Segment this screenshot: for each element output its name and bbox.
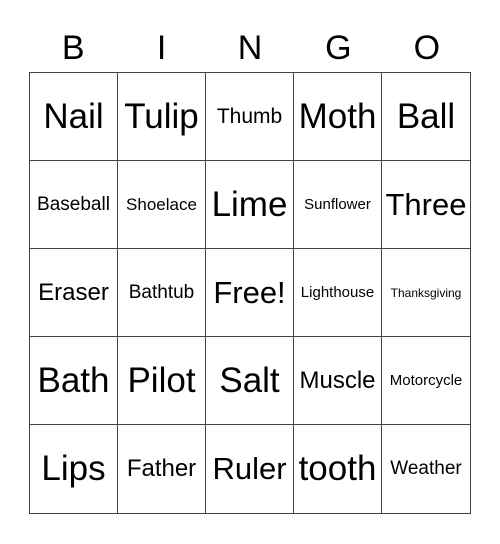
bingo-cell: Lime xyxy=(206,161,294,249)
bingo-cell: Shoelace xyxy=(118,161,206,249)
header-letter-n: N xyxy=(237,29,263,67)
bingo-cell: Three xyxy=(382,161,470,249)
header-letter-b: B xyxy=(61,29,85,67)
bingo-cell: Lips xyxy=(30,425,118,513)
bingo-cell: Bath xyxy=(30,337,118,425)
bingo-cell: Muscle xyxy=(294,337,382,425)
bingo-header: B I N G O xyxy=(29,26,471,70)
bingo-cell: Eraser xyxy=(30,249,118,337)
bingo-cell: Thanksgiving xyxy=(382,249,470,337)
bingo-cell: Pilot xyxy=(118,337,206,425)
bingo-cell: Ball xyxy=(382,73,470,161)
bingo-cell: Lighthouse xyxy=(294,249,382,337)
bingo-cell: Salt xyxy=(206,337,294,425)
bingo-cell: Tulip xyxy=(118,73,206,161)
header-letter-i: I xyxy=(156,29,167,67)
bingo-cell: Bathtub xyxy=(118,249,206,337)
bingo-cell: Sunflower xyxy=(294,161,382,249)
bingo-cell: Weather xyxy=(390,458,462,479)
bingo-cell: Father xyxy=(118,425,206,513)
header-letter-o: O xyxy=(413,29,441,67)
bingo-cell: Baseball xyxy=(30,161,118,249)
bingo-cell: Thumb xyxy=(206,73,294,161)
bingo-cell: tooth xyxy=(294,425,382,513)
bingo-cell: Nail xyxy=(30,73,118,161)
bingo-grid: Nail Tulip Thumb Moth Ball Baseball Shoelace Li… xyxy=(29,72,471,514)
bingo-cell: Moth xyxy=(294,73,382,161)
bingo-cell: Motorcycle xyxy=(382,337,470,425)
bingo-cell: Ruler xyxy=(206,425,294,513)
free-space-cell: Free! xyxy=(206,249,294,337)
header-letter-g: G xyxy=(325,29,352,67)
